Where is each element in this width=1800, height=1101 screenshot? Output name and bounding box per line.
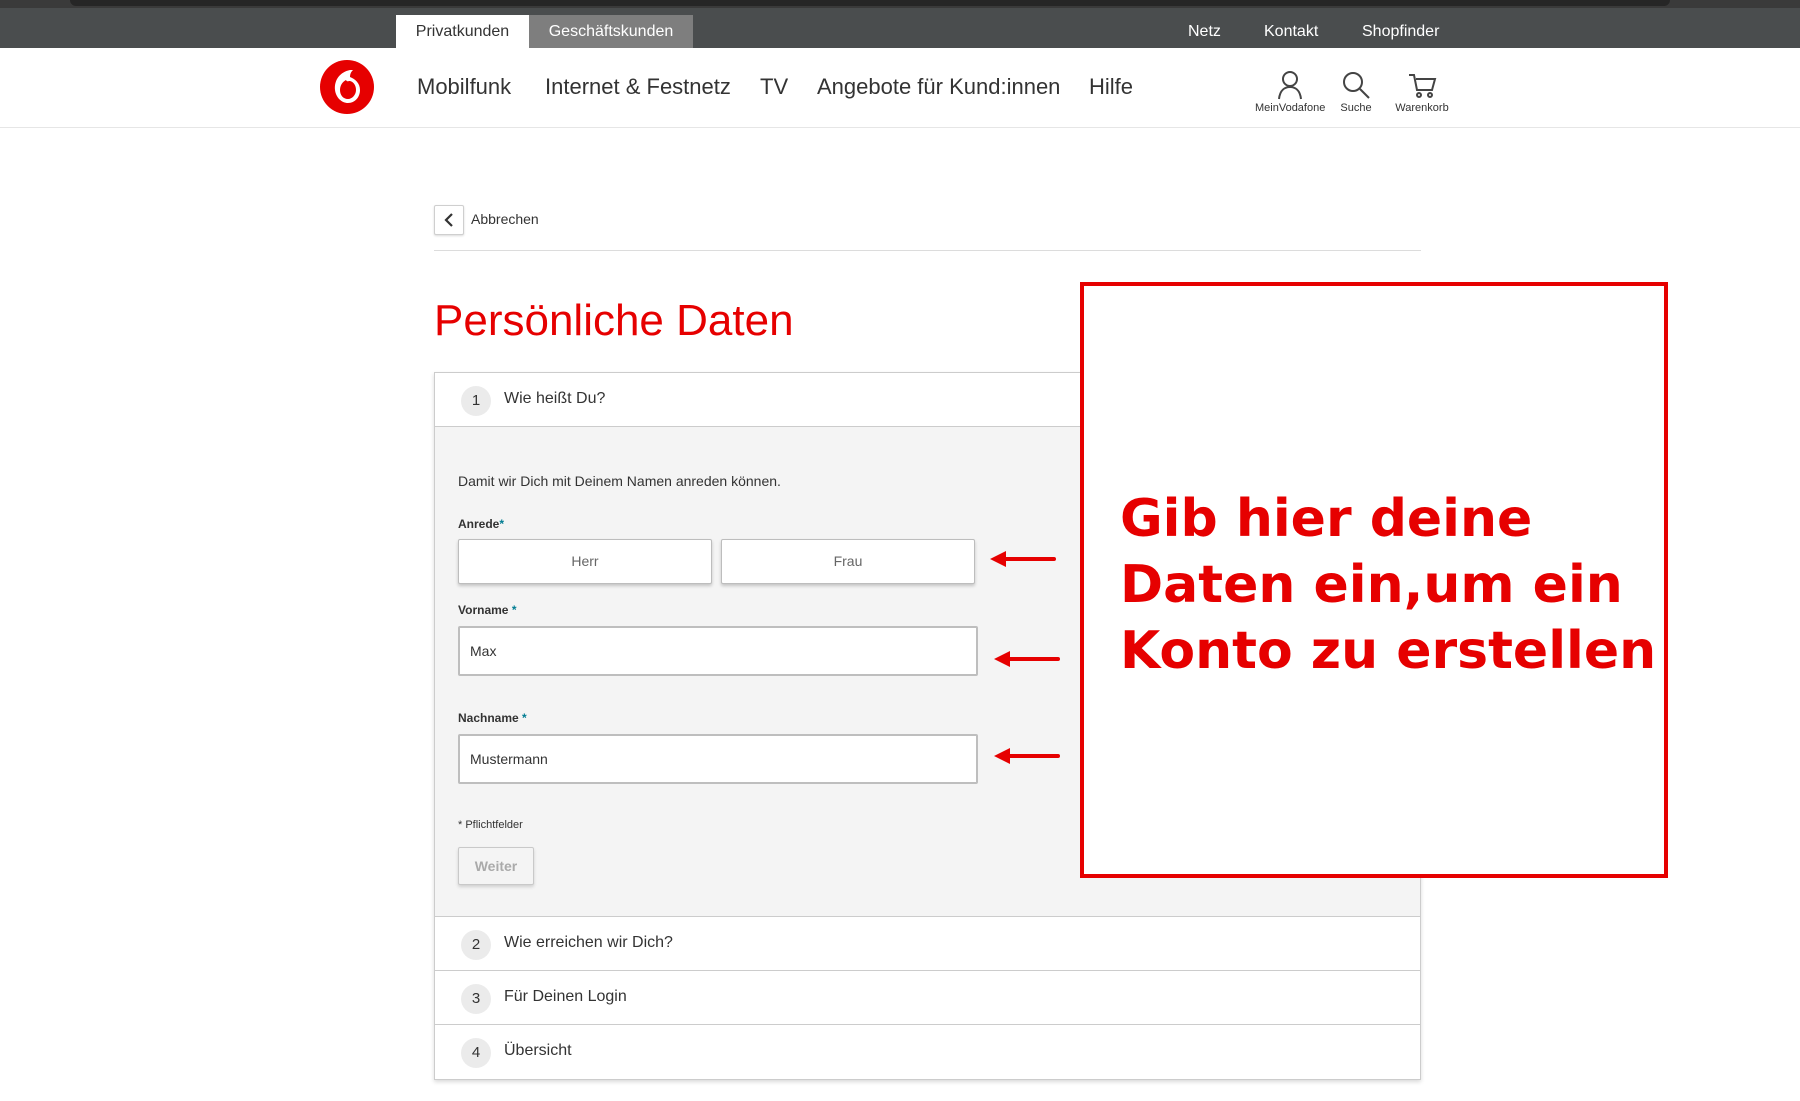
nav-hilfe[interactable]: Hilfe bbox=[1089, 74, 1133, 100]
step-number: 2 bbox=[461, 930, 491, 960]
cart-icon bbox=[1409, 74, 1437, 98]
tab-geschaeftskunden[interactable]: Geschäftskunden bbox=[529, 15, 693, 48]
browser-chrome-strip bbox=[0, 0, 1800, 8]
step-4-header[interactable]: 4 Übersicht bbox=[435, 1025, 1420, 1079]
step-number: 1 bbox=[461, 386, 491, 416]
search-button[interactable]: Suche bbox=[1321, 70, 1391, 114]
salutation-frau-button[interactable]: Frau bbox=[721, 539, 975, 584]
page-title: Persönliche Daten bbox=[434, 296, 794, 345]
chevron-left-icon bbox=[444, 213, 453, 227]
intro-text: Damit wir Dich mit Deinem Namen anreden … bbox=[458, 473, 781, 489]
divider bbox=[434, 250, 1421, 251]
user-icon bbox=[1278, 71, 1302, 100]
last-name-input[interactable] bbox=[458, 734, 978, 784]
step-number: 3 bbox=[461, 984, 491, 1014]
annotation-arrow-icon bbox=[994, 748, 1060, 764]
salutation-herr-button[interactable]: Herr bbox=[458, 539, 712, 584]
step-title: Wie heißt Du? bbox=[504, 390, 606, 407]
first-name-input[interactable] bbox=[458, 626, 978, 676]
step-title: Wie erreichen wir Dich? bbox=[504, 934, 673, 951]
link-shopfinder[interactable]: Shopfinder bbox=[1362, 15, 1439, 48]
annotation-arrow-icon bbox=[994, 651, 1060, 667]
cancel-link[interactable]: Abbrechen bbox=[471, 211, 539, 227]
required-fields-note: * Pflichtfelder bbox=[458, 819, 523, 831]
meinvodafone-button[interactable]: MeinVodafone bbox=[1255, 70, 1325, 114]
link-netz[interactable]: Netz bbox=[1188, 15, 1221, 48]
vodafone-logo[interactable] bbox=[320, 60, 374, 114]
step-2-header[interactable]: 2 Wie erreichen wir Dich? bbox=[435, 917, 1420, 971]
step-3-header[interactable]: 3 Für Deinen Login bbox=[435, 971, 1420, 1025]
tab-privatkunden[interactable]: Privatkunden bbox=[396, 15, 529, 48]
back-button[interactable] bbox=[434, 205, 464, 235]
cart-label: Warenkorb bbox=[1395, 102, 1449, 114]
first-name-label: Vorname * bbox=[458, 603, 517, 617]
salutation-label: Anrede* bbox=[458, 517, 505, 531]
annotation-text: Gib hier deine Daten ein,um ein Konto zu… bbox=[1120, 489, 1657, 681]
step-title: Für Deinen Login bbox=[504, 988, 627, 1005]
cart-button[interactable]: Warenkorb bbox=[1387, 70, 1457, 114]
nav-angebote[interactable]: Angebote für Kund:innen bbox=[817, 74, 1060, 100]
nav-internet-festnetz[interactable]: Internet & Festnetz bbox=[545, 74, 731, 100]
link-kontakt[interactable]: Kontakt bbox=[1264, 15, 1318, 48]
last-name-label: Nachname * bbox=[458, 711, 527, 725]
nav-mobilfunk[interactable]: Mobilfunk bbox=[417, 74, 511, 100]
continue-button[interactable]: Weiter bbox=[458, 847, 534, 885]
annotation-callout: Gib hier deine Daten ein,um ein Konto zu… bbox=[1080, 282, 1668, 878]
step-number: 4 bbox=[461, 1038, 491, 1068]
annotation-arrow-icon bbox=[990, 551, 1056, 567]
main-navigation: Mobilfunk Internet & Festnetz TV Angebot… bbox=[0, 48, 1800, 128]
meinvodafone-label: MeinVodafone bbox=[1255, 102, 1326, 114]
nav-tv[interactable]: TV bbox=[760, 74, 788, 100]
step-title: Übersicht bbox=[504, 1042, 572, 1059]
search-label: Suche bbox=[1340, 102, 1372, 114]
search-icon bbox=[1343, 72, 1370, 99]
segment-bar: Privatkunden Geschäftskunden Netz Kontak… bbox=[0, 8, 1800, 48]
